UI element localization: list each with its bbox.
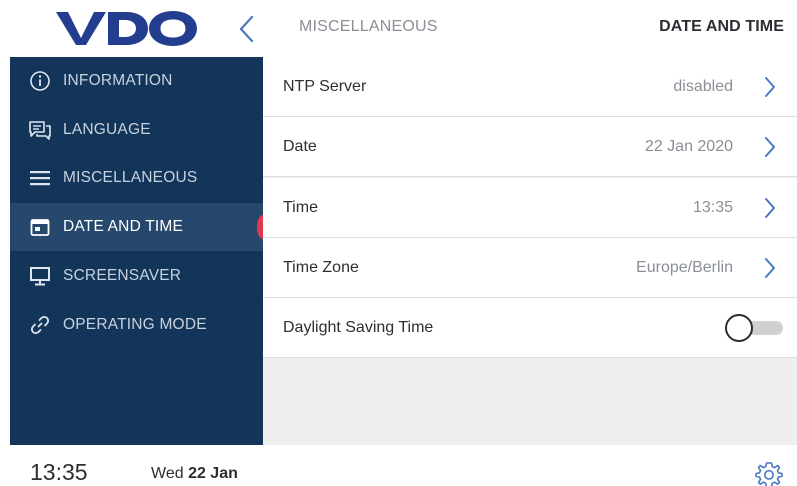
link-icon (28, 313, 52, 337)
setting-label: Time (283, 198, 318, 216)
setting-row-time[interactable]: Time 13:35 (263, 178, 797, 238)
setting-label: NTP Server (283, 77, 367, 95)
monitor-icon (28, 264, 52, 288)
sidebar-item-label: DATE AND TIME (63, 218, 184, 235)
gear-icon[interactable] (753, 459, 785, 486)
sidebar-item-operating-mode[interactable]: OPERATING MODE (10, 301, 263, 349)
setting-label: Time Zone (283, 258, 359, 276)
setting-value: Europe/Berlin (636, 258, 733, 276)
breadcrumb[interactable]: MISCELLANEOUS (299, 18, 438, 36)
sidebar-item-screensaver[interactable]: SCREENSAVER (10, 252, 263, 300)
sidebar-item-language[interactable]: LANGUAGE (10, 106, 263, 154)
header-bar: MISCELLANEOUS DATE AND TIME (0, 0, 797, 57)
chevron-right-icon (765, 76, 775, 97)
setting-value: 13:35 (692, 198, 733, 216)
setting-value: disabled (673, 77, 733, 95)
toggle-knob (725, 313, 753, 342)
sidebar-item-label: SCREENSAVER (63, 267, 182, 284)
setting-row-time-zone[interactable]: Time Zone Europe/Berlin (263, 238, 797, 298)
chevron-right-icon (765, 257, 775, 278)
status-bar: 13:35 Wed 22 Jan (0, 445, 797, 486)
setting-row-daylight-saving-time: Daylight Saving Time (263, 298, 797, 358)
menu-icon (28, 166, 52, 190)
chevron-right-icon (765, 197, 775, 218)
vdo-logo (56, 11, 197, 46)
clock-day-month: 22 Jan (188, 465, 238, 482)
sidebar-item-information[interactable]: INFORMATION (10, 57, 263, 105)
setting-label: Daylight Saving Time (283, 318, 434, 336)
page-title: DATE AND TIME (659, 18, 784, 35)
sidebar-item-label: INFORMATION (63, 72, 173, 89)
clock-date: Wed 22 Jan (151, 465, 238, 483)
setting-label: Date (283, 137, 317, 155)
chevron-left-icon[interactable] (233, 12, 261, 46)
info-icon (28, 69, 52, 93)
sidebar-item-label: MISCELLANEOUS (63, 169, 198, 186)
sidebar-item-miscellaneous[interactable]: MISCELLANEOUS (10, 154, 263, 202)
setting-row-ntp-server[interactable]: NTP Server disabled (263, 57, 797, 117)
sidebar-item-label: LANGUAGE (63, 121, 151, 138)
calendar-icon (28, 215, 52, 239)
setting-value: 22 Jan 2020 (644, 137, 733, 155)
daylight-saving-toggle[interactable] (725, 313, 783, 342)
speech-bubbles-icon (28, 118, 52, 142)
sidebar-item-label: OPERATING MODE (63, 316, 207, 333)
sidebar-item-date-and-time[interactable]: DATE AND TIME (10, 203, 269, 251)
setting-row-date[interactable]: Date 22 Jan 2020 (263, 117, 797, 177)
clock-weekday: Wed (151, 465, 184, 482)
sidebar: INFORMATION LANGUAGE MISCELLANEOUS DATE … (10, 57, 269, 445)
clock-time: 13:35 (30, 459, 88, 485)
settings-panel: NTP Server disabled Date 22 Jan 2020 Tim… (263, 57, 797, 445)
chevron-right-icon (765, 136, 775, 157)
